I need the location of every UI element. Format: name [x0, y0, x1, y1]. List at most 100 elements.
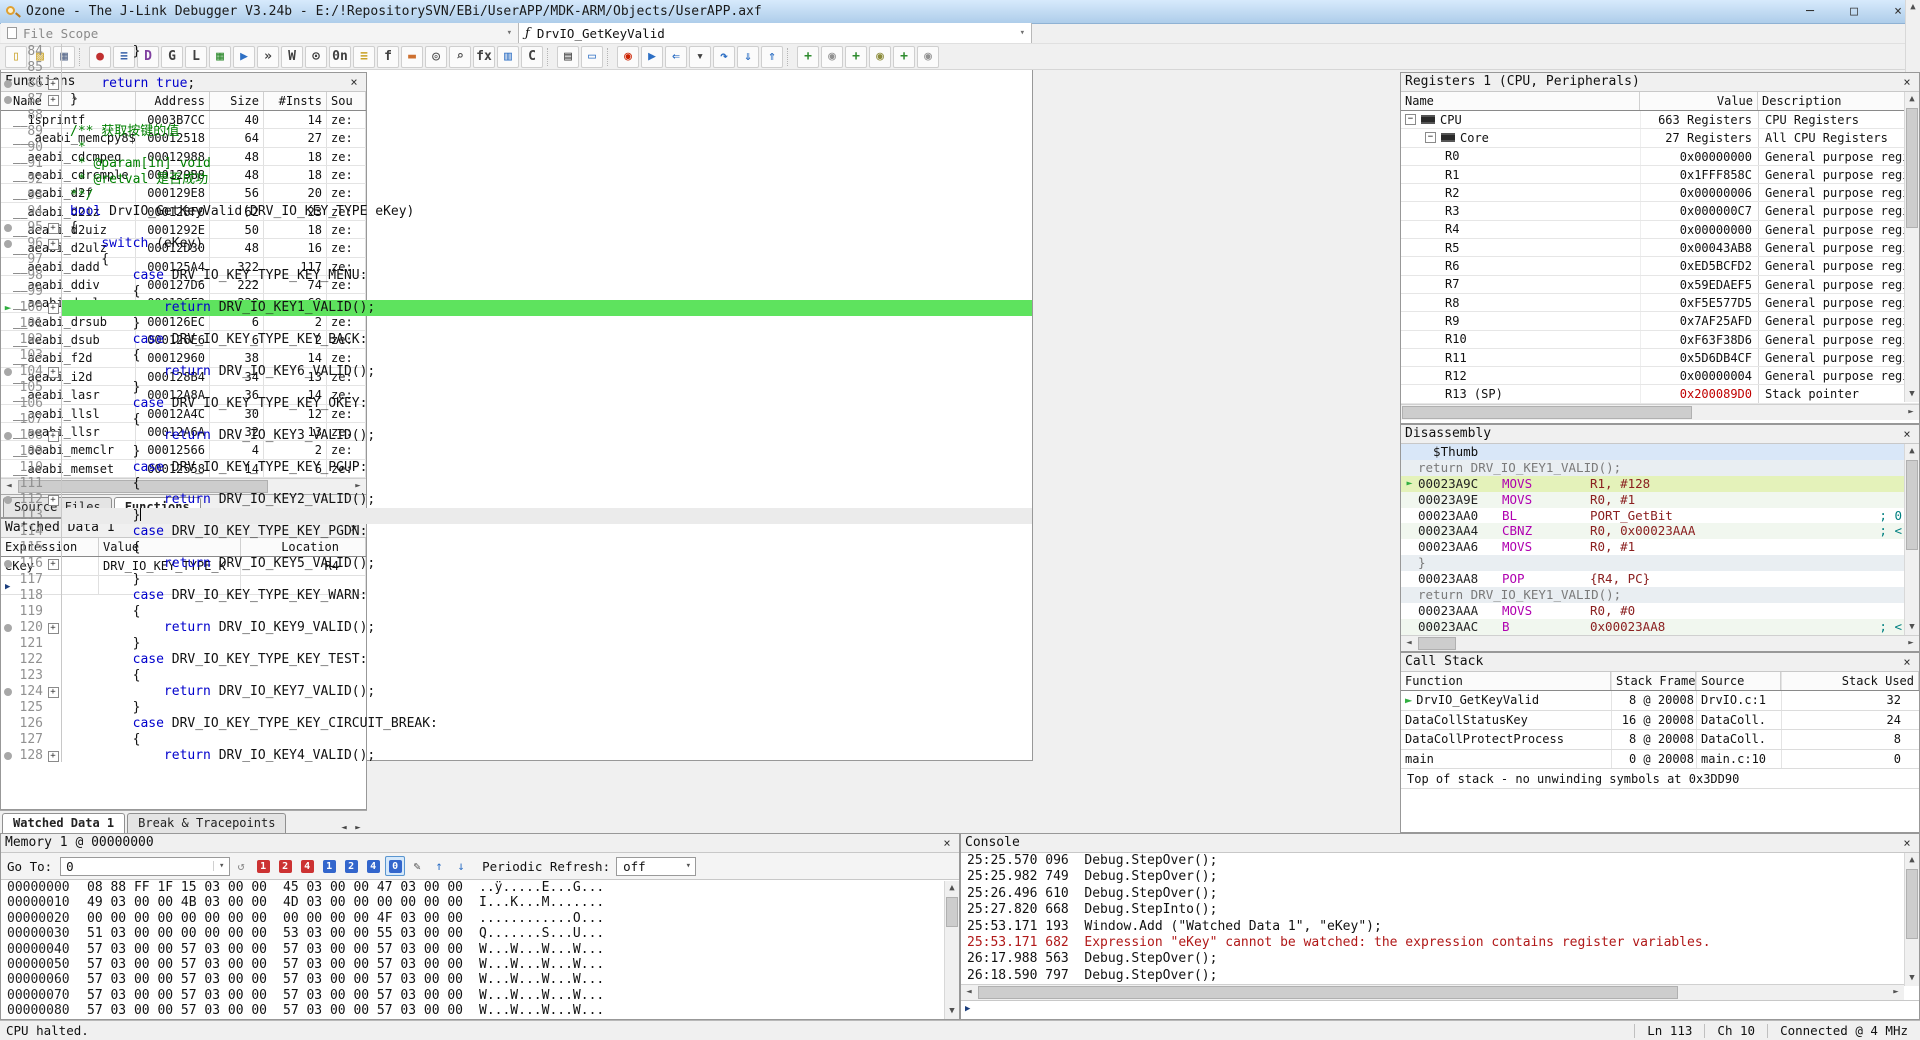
table-row[interactable]: R6 0xED5BCFD2 General purpose regi	[1401, 257, 1919, 276]
fold-cell[interactable]	[45, 60, 61, 76]
console-input[interactable]: ▶	[961, 1000, 1919, 1017]
bytes-0-blue-button[interactable]: 0	[385, 856, 406, 876]
gutter-cell[interactable]	[1, 748, 15, 762]
table-row[interactable]: R4 0x00000000 General purpose regi	[1401, 220, 1919, 240]
fold-cell[interactable]	[45, 172, 61, 188]
fold-expand-icon[interactable]: +	[47, 431, 59, 442]
gutter-cell[interactable]	[1, 188, 15, 204]
gutter-cell[interactable]	[1, 252, 15, 268]
code-line[interactable]: 123 {	[1, 668, 1032, 684]
memory-vscrollbar[interactable]: ▲ ▼	[944, 881, 959, 1019]
fold-cell[interactable]	[45, 124, 61, 140]
fold-cell[interactable]	[45, 460, 61, 476]
call-stack-col-function[interactable]: Function	[1401, 672, 1611, 690]
code-line[interactable]: 88	[1, 108, 1032, 124]
table-row[interactable]: − CPU 663 Registers CPU Registers	[1401, 111, 1919, 130]
fold-cell[interactable]	[45, 204, 61, 220]
fold-cell[interactable]	[45, 444, 61, 460]
maximize-button[interactable]: □	[1832, 0, 1876, 23]
disasm-instruction-row[interactable]: ► 00023A9C MOVS R1, #128	[1401, 475, 1904, 492]
gutter-cell[interactable]	[1, 44, 15, 60]
scroll-left-icon[interactable]: ◄	[1401, 636, 1417, 651]
breakpoint-dot-icon[interactable]	[4, 432, 12, 440]
fold-cell[interactable]	[45, 508, 61, 524]
memory-row[interactable]: 00000000 08 88 FF 1F 15 03 00 00 45 03 00 …	[1, 880, 959, 895]
breakpoint-dot-icon[interactable]	[4, 624, 12, 632]
fold-cell[interactable]: +	[45, 684, 61, 700]
gutter-cell[interactable]	[1, 444, 15, 460]
refresh-icon[interactable]: ↺	[231, 856, 251, 876]
disassembly-vscrollbar[interactable]: ▲ ▼	[1904, 444, 1919, 635]
bytes-4-blue-button[interactable]: 4	[363, 856, 383, 876]
table-row[interactable]: main 0 @ 20008 main.c:10 0	[1401, 749, 1919, 769]
code-line[interactable]: 121 }	[1, 636, 1032, 652]
fold-expand-icon[interactable]: +	[47, 559, 59, 570]
fold-cell[interactable]	[45, 604, 61, 620]
code-line[interactable]: 117 }	[1, 572, 1032, 588]
code-line[interactable]: 120 + return DRV_IO_KEY9_VALID();	[1, 620, 1032, 636]
code-line[interactable]: 101 }	[1, 316, 1032, 332]
breakpoint-dot-icon[interactable]	[4, 368, 12, 376]
fold-expand-icon[interactable]: +	[47, 239, 59, 250]
table-row[interactable]: DataCollStatusKey 16 @ 20008 DataColl. 24	[1401, 710, 1919, 730]
close-icon[interactable]: ×	[1899, 653, 1915, 671]
gutter-cell[interactable]	[1, 396, 15, 412]
gutter-cell[interactable]	[1, 140, 15, 156]
fold-cell[interactable]	[45, 348, 61, 364]
close-icon[interactable]: ×	[1899, 73, 1915, 91]
gutter-cell[interactable]	[1, 220, 15, 236]
table-row[interactable]: R13 (SP) 0x200089D0 Stack pointer	[1401, 385, 1919, 404]
registers-col-name[interactable]: Name	[1401, 92, 1640, 110]
gutter-cell[interactable]	[1, 380, 15, 396]
fold-cell[interactable]: +	[45, 428, 61, 444]
code-line[interactable]: 92 * @retval 是否成功	[1, 172, 1032, 188]
fold-cell[interactable]	[45, 412, 61, 428]
tree-collapse-icon[interactable]: −	[1425, 132, 1436, 144]
scroll-down-icon[interactable]: ▼	[945, 1004, 959, 1019]
code-line[interactable]: 109 }	[1, 444, 1032, 460]
breakpoint-dot-icon[interactable]	[4, 560, 12, 568]
call-stack-col-stack-used[interactable]: Stack Used	[1781, 672, 1919, 690]
gutter-cell[interactable]	[1, 508, 15, 524]
fold-cell[interactable]: +	[45, 492, 61, 508]
fold-expand-icon[interactable]: +	[47, 223, 59, 234]
call-stack-col-stack-frame[interactable]: Stack Frame	[1611, 672, 1696, 690]
table-row[interactable]: R9 0x7AF25AFD General purpose regi	[1401, 312, 1919, 331]
code-line[interactable]: 98 case DRV_IO_KEY_TYPE_KEY_MENU:	[1, 268, 1032, 284]
gutter-cell[interactable]	[1, 76, 15, 92]
table-row[interactable]: R8 0xF5E577D5 General purpose regi	[1401, 293, 1919, 313]
fold-cell[interactable]	[45, 588, 61, 604]
code-line[interactable]: 116 + return DRV_IO_KEY5_VALID();	[1, 556, 1032, 572]
code-line[interactable]: 115 {	[1, 540, 1032, 556]
code-line[interactable]: 105 }	[1, 380, 1032, 396]
scroll-up-icon[interactable]: ▲	[1905, 444, 1919, 459]
scroll-up-icon[interactable]: ▲	[1905, 853, 1919, 868]
memory-hex-view[interactable]: 00000000 08 88 FF 1F 15 03 00 00 45 03 00 …	[1, 880, 959, 1019]
code-line[interactable]: 86 + return true;	[1, 76, 1032, 92]
registers-vscrollbar[interactable]: ▲ ▼	[1904, 92, 1919, 402]
registers-col-description[interactable]: Description	[1758, 92, 1919, 110]
gutter-cell[interactable]	[1, 588, 15, 604]
gutter-cell[interactable]	[1, 316, 15, 332]
code-line[interactable]: 128 + return DRV_IO_KEY4_VALID();	[1, 748, 1032, 762]
scroll-left-icon[interactable]: ◄	[337, 823, 351, 833]
disasm-instruction-row[interactable]: 00023AA4 CBNZ R0, 0x00023AAA ; <	[1401, 523, 1904, 540]
fold-cell[interactable]	[45, 188, 61, 204]
code-line[interactable]: 107 {	[1, 412, 1032, 428]
code-area[interactable]: 84 } 85 86 + return true; 87 +} 88 89/** 获取按键的值…	[1, 44, 1032, 762]
registers-column-headers[interactable]: Name Value Description	[1401, 92, 1919, 111]
tab-break-tracepoints[interactable]: Break & Tracepoints	[127, 813, 287, 833]
gutter-cell[interactable]	[1, 540, 15, 556]
fold-cell[interactable]	[45, 476, 61, 492]
disasm-instruction-row[interactable]: 00023A9E MOVS R0, #1	[1401, 491, 1904, 508]
table-row[interactable]: R5 0x00043AB8 General purpose regi	[1401, 239, 1919, 258]
code-line[interactable]: 102 case DRV_IO_KEY_TYPE_KEY_BACK:	[1, 332, 1032, 348]
call-stack-column-headers[interactable]: Function Stack Frame Source Stack Used	[1401, 672, 1919, 691]
code-line[interactable]: 95 + {	[1, 220, 1032, 236]
code-line[interactable]: 124 + return DRV_IO_KEY7_VALID();	[1, 684, 1032, 700]
bytes-2-blue-button[interactable]: 2	[341, 856, 361, 876]
gutter-cell[interactable]	[1, 668, 15, 684]
console-log[interactable]: 25:25.570 096 Debug.StepOver(); 25:25.982…	[961, 853, 1904, 984]
fold-cell[interactable]: +	[45, 556, 61, 572]
breakpoint-dot-icon[interactable]	[4, 688, 12, 696]
